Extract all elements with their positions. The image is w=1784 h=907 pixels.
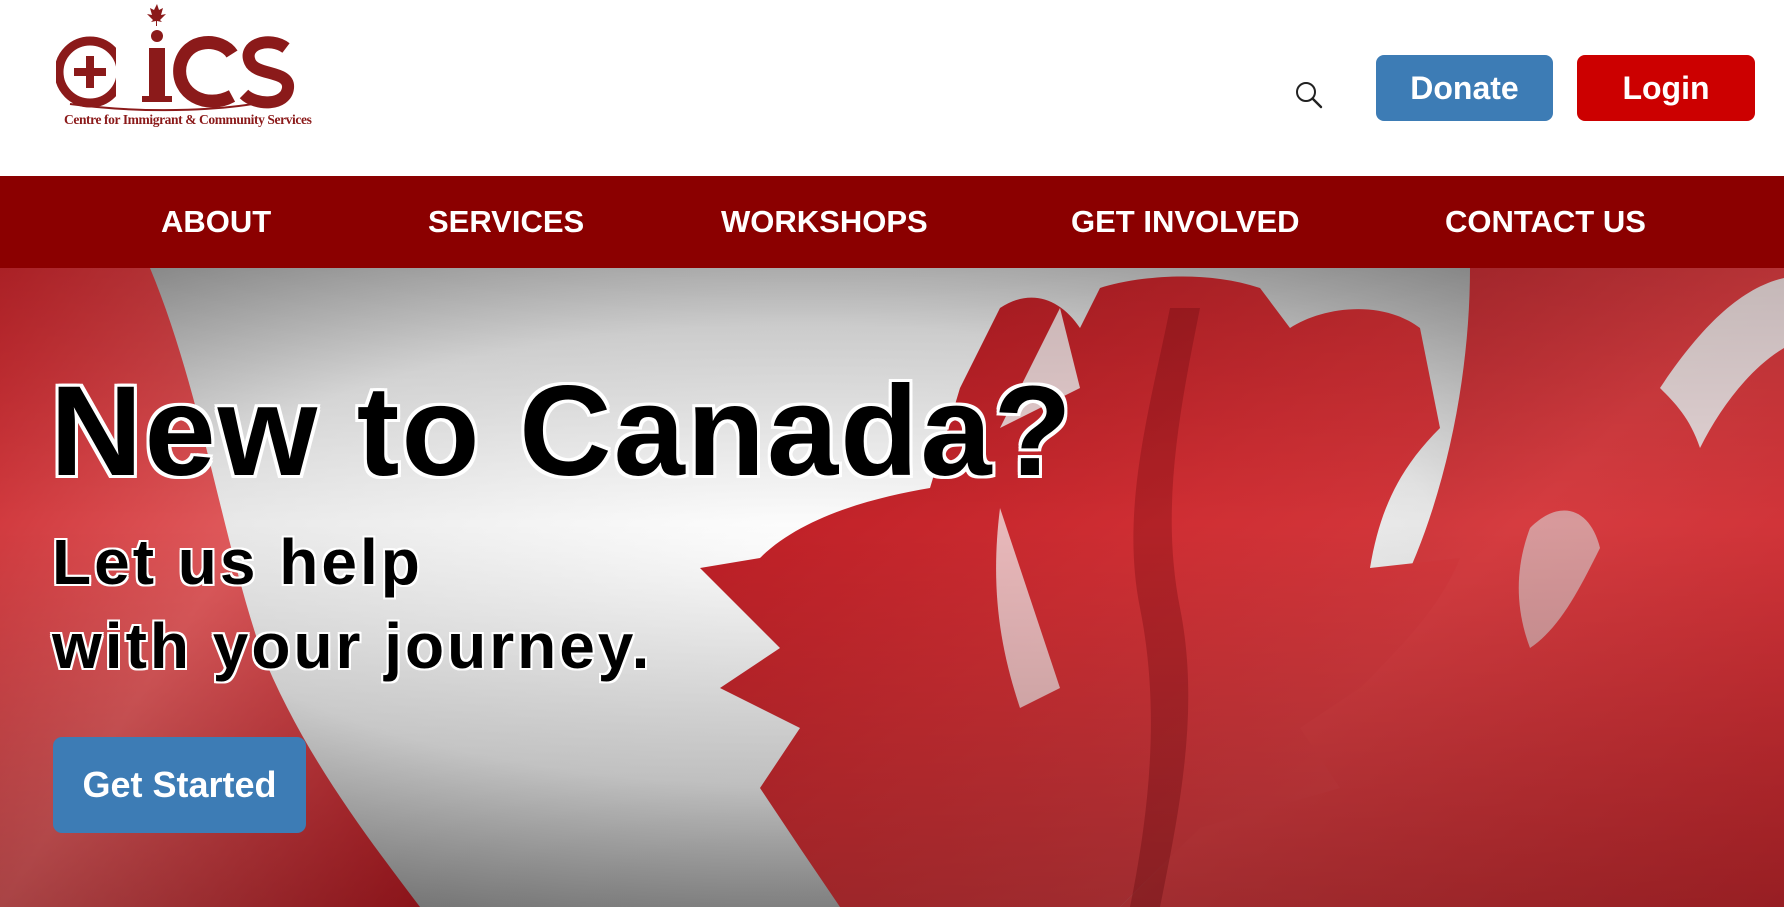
main-nav: ABOUT SERVICES WORKSHOPS GET INVOLVED CO… (0, 176, 1784, 268)
get-started-button[interactable]: Get Started (53, 737, 306, 833)
cics-logo[interactable]: Centre for Immigrant & Community Service… (56, 2, 326, 132)
hero-subtitle-line-2: with your journey. (52, 610, 653, 682)
hero-subtitle-line-1: Let us help (52, 526, 423, 598)
hero-title: New to Canada? (50, 360, 1074, 503)
hero-banner: New to Canada? Let us help with your jou… (0, 268, 1784, 907)
login-button[interactable]: Login (1577, 55, 1755, 121)
nav-item-workshops[interactable]: WORKSHOPS (721, 176, 928, 268)
nav-item-get-involved[interactable]: GET INVOLVED (1071, 176, 1300, 268)
nav-item-services[interactable]: SERVICES (428, 176, 584, 268)
logo-tagline: Centre for Immigrant & Community Service… (64, 112, 312, 127)
nav-item-contact-us[interactable]: CONTACT US (1445, 176, 1646, 268)
site-header: Centre for Immigrant & Community Service… (0, 0, 1784, 176)
page: Centre for Immigrant & Community Service… (0, 0, 1784, 907)
maple-leaf-icon (147, 4, 166, 26)
search-icon[interactable] (1294, 80, 1324, 110)
donate-button[interactable]: Donate (1376, 55, 1553, 121)
nav-item-about[interactable]: ABOUT (161, 176, 271, 268)
